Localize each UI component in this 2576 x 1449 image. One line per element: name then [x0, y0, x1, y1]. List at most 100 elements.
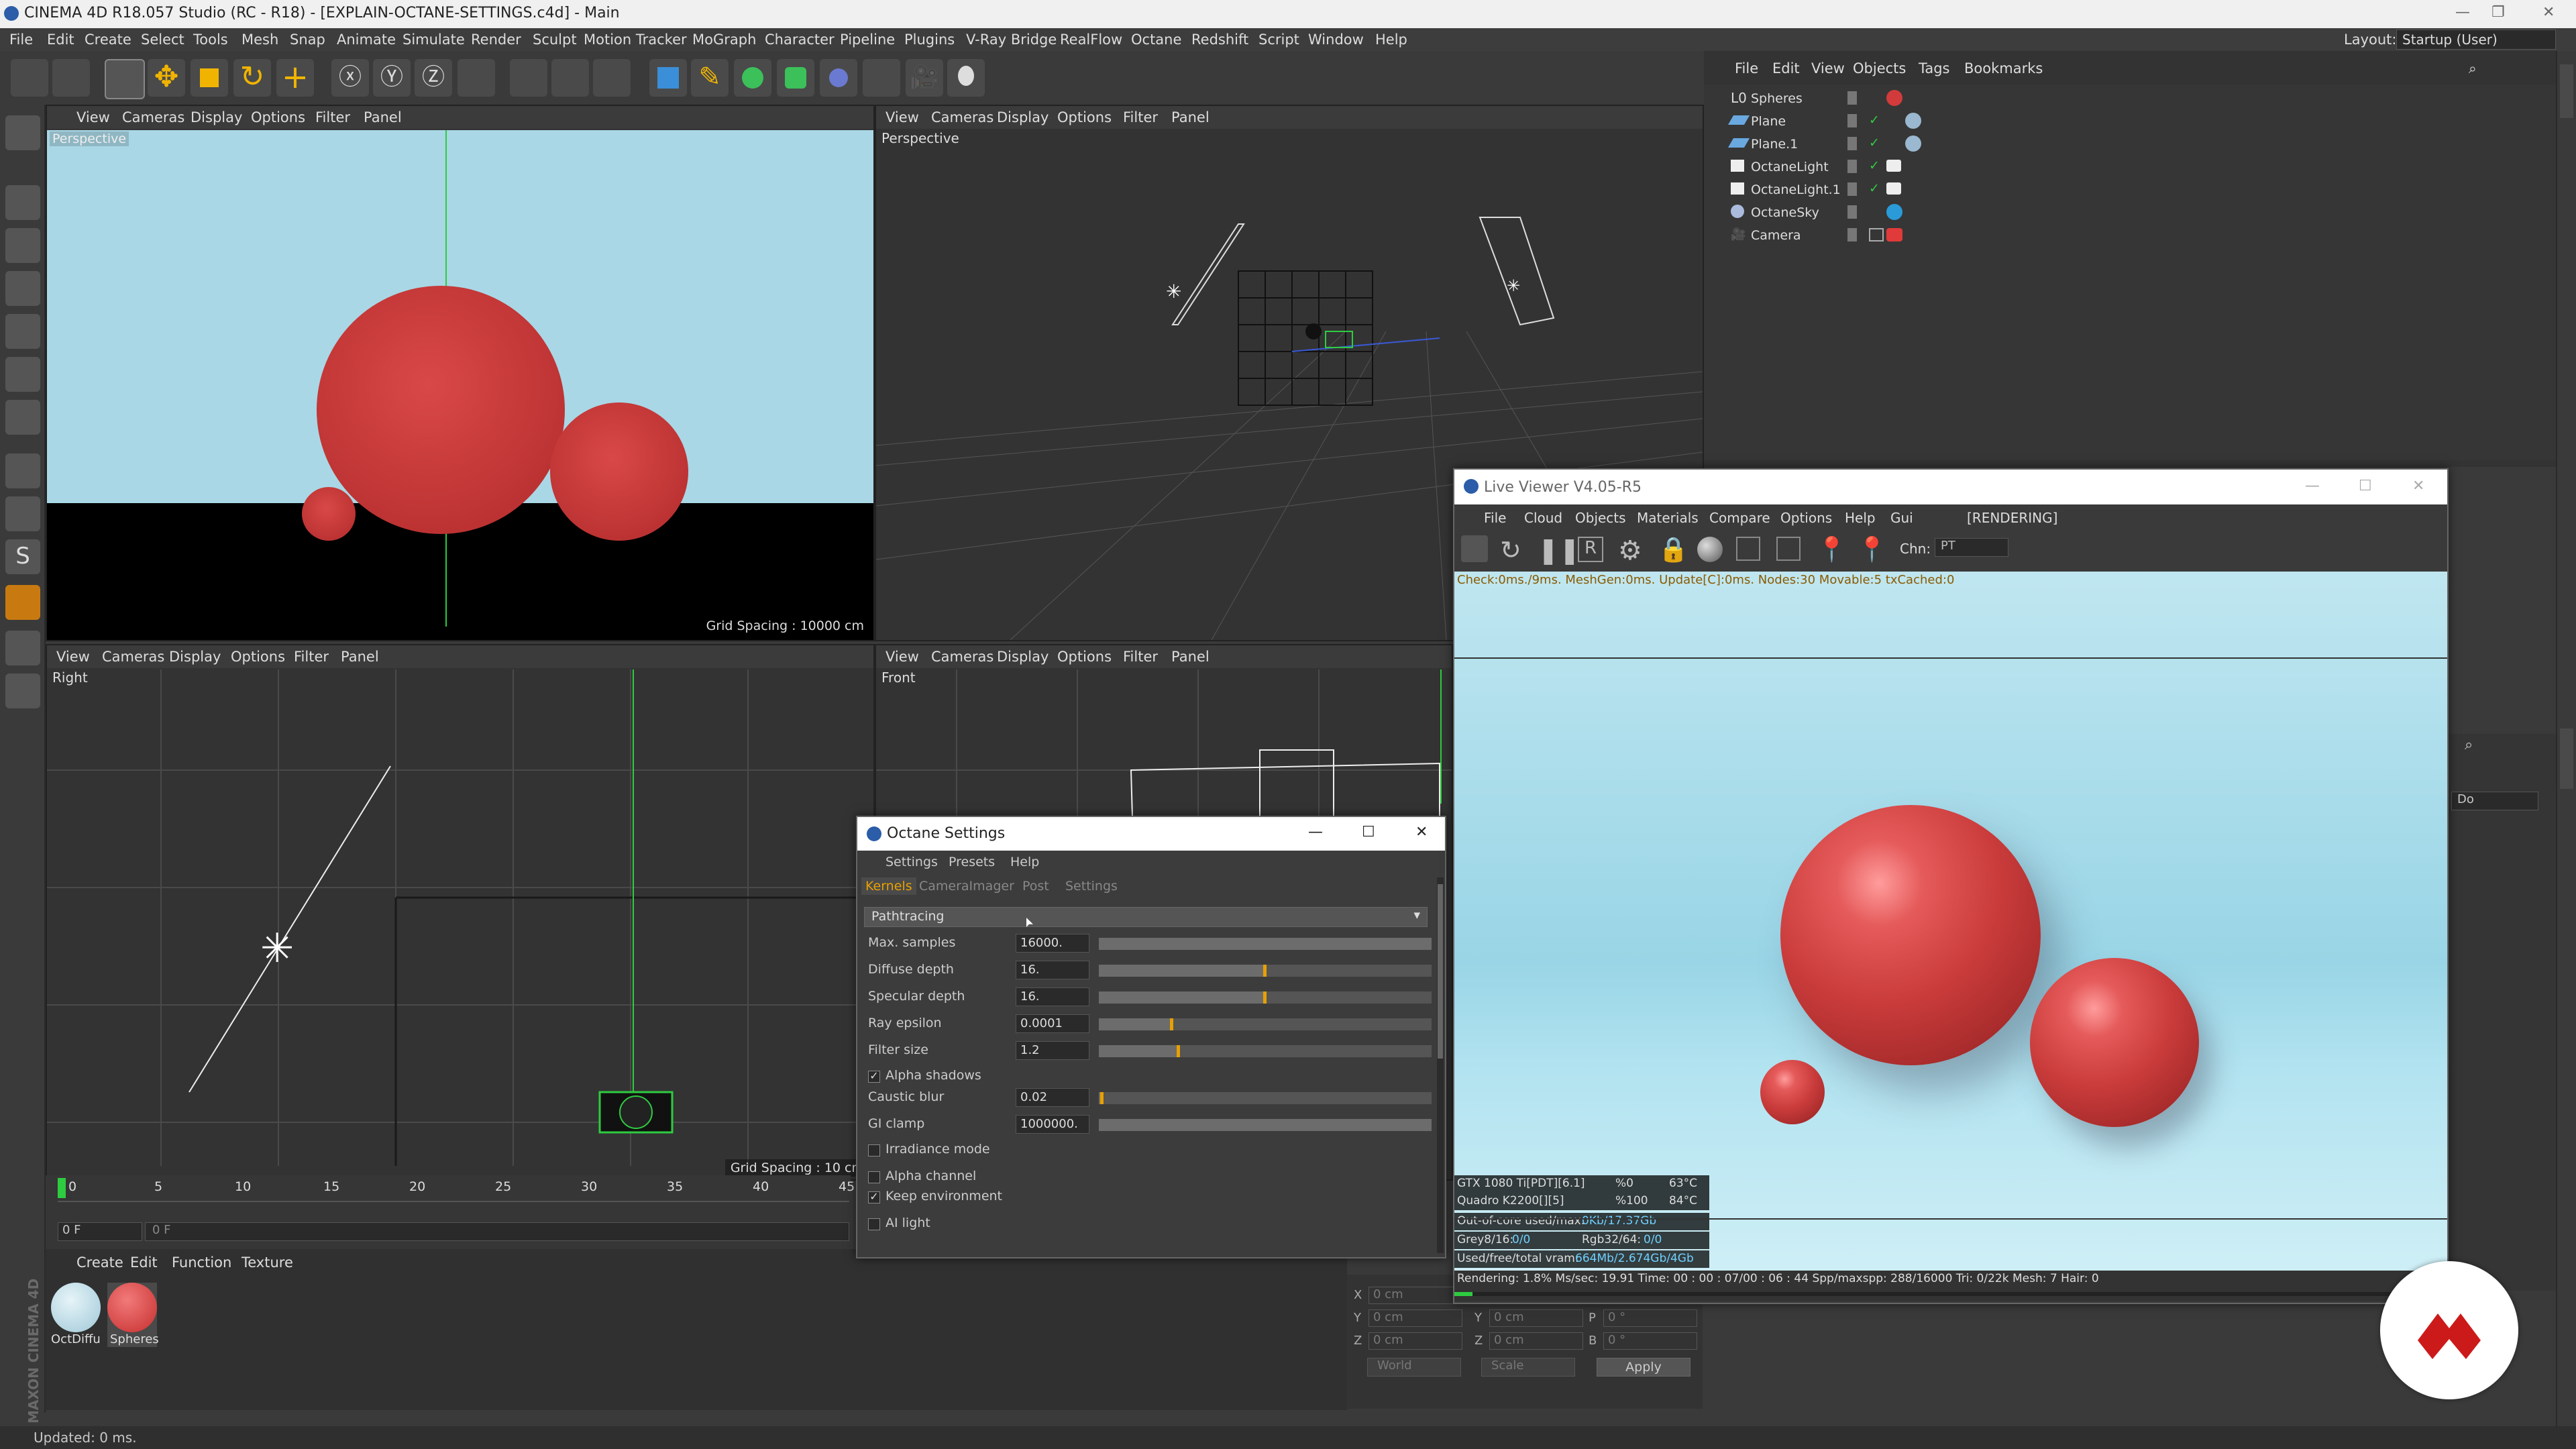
position-x-field[interactable]: 0 cm: [1368, 1287, 1462, 1304]
viewport-perspective-1[interactable]: View Cameras Display Options Filter Pane…: [46, 105, 875, 641]
live-viewer-titlebar[interactable]: Live Viewer V4.05-R5 — ☐ ✕: [1454, 470, 2447, 504]
tab-objects[interactable]: [2560, 64, 2573, 118]
size-y-field[interactable]: 0 cm: [1489, 1309, 1583, 1327]
max-samples-slider[interactable]: [1099, 938, 1432, 950]
vp-menu-panel[interactable]: Panel: [1171, 649, 1210, 665]
menu-mesh[interactable]: Mesh: [241, 32, 278, 48]
light-tag[interactable]: [1886, 160, 1901, 172]
material-tag[interactable]: [1905, 113, 1921, 129]
tab-settings[interactable]: Settings: [1061, 877, 1122, 895]
om-menu-tags[interactable]: Tags: [1919, 60, 1950, 76]
material-tag[interactable]: [1905, 136, 1921, 152]
render-viewport[interactable]: Check:0ms./9ms. MeshGen:0ms. Update[C]:0…: [1454, 572, 2447, 1283]
object-row-plane-1[interactable]: Plane.1 ✓: [1711, 134, 2556, 156]
vp-menu-panel[interactable]: Panel: [341, 649, 379, 665]
texture-mode-icon[interactable]: [5, 228, 40, 263]
lock-icon[interactable]: 🔒: [1658, 535, 1688, 564]
menu-animate[interactable]: Animate: [337, 32, 396, 48]
check-irradiance-mode[interactable]: Irradiance mode: [868, 1139, 1432, 1163]
filter-size-field[interactable]: 1.2: [1016, 1041, 1089, 1060]
visibility-toggle[interactable]: [1847, 114, 1857, 127]
axis-mode-icon[interactable]: [5, 453, 40, 488]
playhead[interactable]: [58, 1178, 66, 1198]
maximize-icon[interactable]: ☐: [2359, 478, 2372, 494]
position-y-field[interactable]: 0 cm: [1368, 1309, 1462, 1327]
vp-menu-view[interactable]: View: [76, 109, 110, 125]
mat-menu-create[interactable]: Create: [76, 1254, 123, 1271]
pause-icon[interactable]: ❚❚: [1538, 535, 1580, 565]
object-row-plane[interactable]: Plane ✓: [1711, 111, 2556, 133]
tab-cameraimager[interactable]: CameraImager: [915, 877, 1018, 895]
menu-snap[interactable]: Snap: [290, 32, 325, 48]
ray-epsilon-slider[interactable]: [1099, 1018, 1432, 1030]
pick-focus-icon[interactable]: 📍: [1817, 535, 1847, 564]
om-menu-edit[interactable]: Edit: [1772, 60, 1800, 76]
viewport-right[interactable]: View Cameras Display Options Filter Pane…: [46, 644, 875, 1181]
filter-size-slider[interactable]: [1099, 1045, 1432, 1057]
do-field[interactable]: Do: [2451, 792, 2538, 810]
scale-dropdown[interactable]: Scale: [1481, 1358, 1575, 1377]
material-swatch-spheres[interactable]: Spheres: [107, 1283, 159, 1347]
environment-tag[interactable]: [1886, 204, 1902, 220]
vp-menu-options[interactable]: Options: [251, 109, 305, 125]
settings-scrollbar[interactable]: [1437, 877, 1444, 1253]
floor-icon[interactable]: [863, 59, 900, 97]
menu-select[interactable]: Select: [141, 32, 184, 48]
magnet-icon[interactable]: [5, 585, 40, 620]
vp-menu-cameras[interactable]: Cameras: [931, 109, 994, 125]
check-alpha-shadows[interactable]: ✓ Alpha shadows: [868, 1065, 1432, 1089]
camera-icon[interactable]: 🎥: [906, 59, 943, 97]
menu-render[interactable]: Render: [471, 32, 521, 48]
vp-menu-cameras[interactable]: Cameras: [122, 109, 184, 125]
os-menu-presets[interactable]: Presets: [949, 855, 995, 869]
timeline-ruler[interactable]: 0 5 10 15 20 25 30 35 40 45: [58, 1177, 855, 1202]
menu-help[interactable]: Help: [1375, 32, 1407, 48]
y-axis-icon[interactable]: Ⓨ: [373, 59, 411, 97]
om-menu-bookmarks[interactable]: Bookmarks: [1964, 60, 2043, 76]
vp-menu-filter[interactable]: Filter: [1123, 649, 1158, 665]
search-icon[interactable]: ⌕: [2469, 60, 2477, 77]
mat-menu-edit[interactable]: Edit: [130, 1254, 158, 1271]
scale-icon[interactable]: [191, 59, 228, 97]
layout-dropdown[interactable]: Startup (User): [2396, 30, 2556, 50]
os-menu-help[interactable]: Help: [1010, 855, 1039, 869]
visibility-toggle[interactable]: [1847, 91, 1857, 105]
menu-window[interactable]: Window: [1308, 32, 1364, 48]
menu-plugins[interactable]: Plugins: [904, 32, 955, 48]
lv-menu-cloud[interactable]: Cloud: [1524, 510, 1562, 526]
redo-icon[interactable]: [52, 59, 90, 97]
maximize-icon[interactable]: ☐: [1362, 824, 1375, 841]
subsampling-icon[interactable]: [1776, 537, 1801, 561]
tab-kernels[interactable]: Kernels: [861, 877, 916, 895]
menu-sculpt[interactable]: Sculpt: [533, 32, 577, 48]
vp-menu-options[interactable]: Options: [231, 649, 285, 665]
diffuse-depth-field[interactable]: 16.: [1016, 961, 1089, 979]
snap-icon[interactable]: S: [5, 539, 40, 574]
mat-menu-texture[interactable]: Texture: [241, 1254, 293, 1271]
vp-menu-display[interactable]: Display: [191, 109, 242, 125]
current-frame-field[interactable]: 0 F: [58, 1222, 142, 1241]
edges-mode-icon[interactable]: [5, 357, 40, 392]
lv-menu-options[interactable]: Options: [1780, 510, 1832, 526]
light-icon[interactable]: [947, 59, 985, 97]
checkmark-icon[interactable]: ✓: [1869, 158, 1880, 173]
menu-script[interactable]: Script: [1258, 32, 1299, 48]
make-editable-icon[interactable]: [5, 115, 40, 150]
vp-menu-cameras[interactable]: Cameras: [102, 649, 164, 665]
world-dropdown[interactable]: World: [1367, 1358, 1461, 1377]
workplane-icon[interactable]: [5, 271, 40, 306]
lv-menu-file[interactable]: File: [1484, 510, 1506, 526]
menu-motion-tracker[interactable]: Motion Tracker: [584, 32, 687, 48]
points-mode-icon[interactable]: [5, 314, 40, 349]
vp-menu-filter[interactable]: Filter: [294, 649, 329, 665]
ray-epsilon-field[interactable]: 0.0001: [1016, 1014, 1089, 1033]
render-picture-viewer-icon[interactable]: [551, 59, 589, 97]
vp-menu-cameras[interactable]: Cameras: [931, 649, 994, 665]
lock-workplane-icon[interactable]: [5, 631, 40, 665]
alpha-channel-checkbox[interactable]: [868, 1171, 880, 1183]
menu-mograph[interactable]: MoGraph: [692, 32, 756, 48]
close-icon[interactable]: ✕: [2542, 4, 2555, 21]
vp-menu-panel[interactable]: Panel: [364, 109, 402, 125]
render-settings-icon[interactable]: [593, 59, 631, 97]
os-menu-settings[interactable]: Settings: [885, 855, 938, 869]
